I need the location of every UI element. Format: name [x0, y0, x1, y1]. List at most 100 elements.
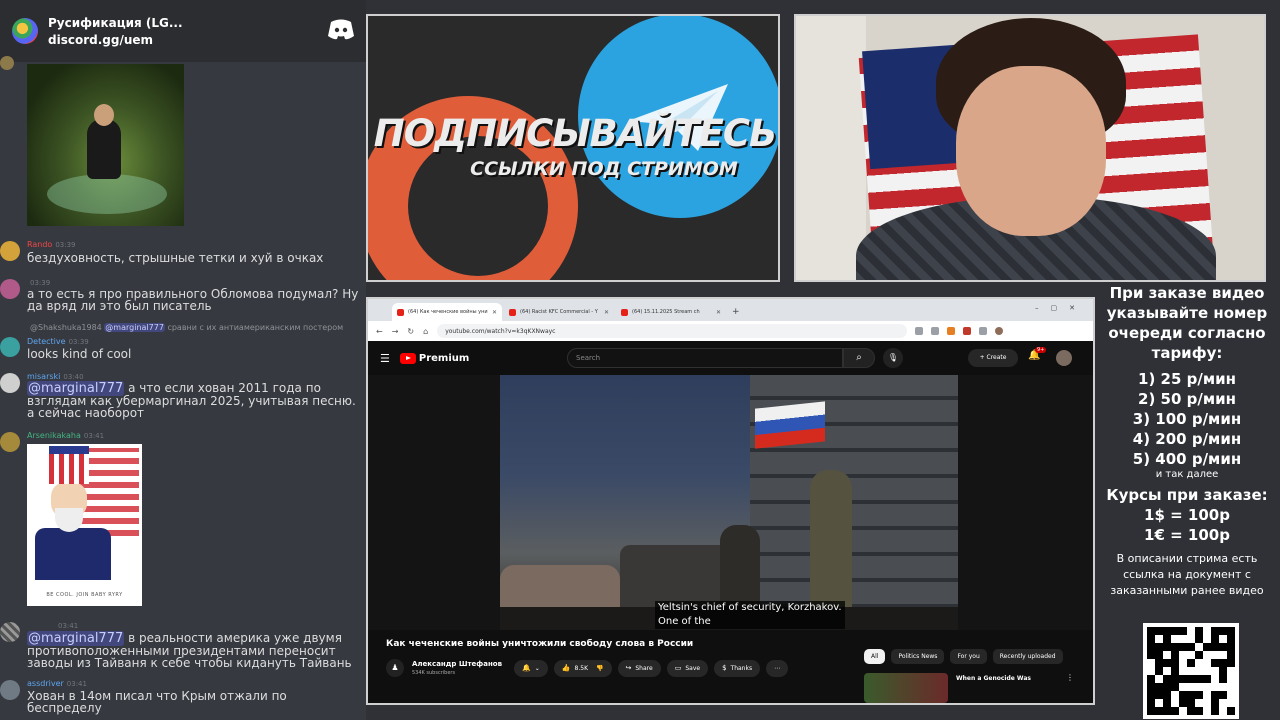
qr-module	[1179, 683, 1187, 691]
recommended-thumbnail[interactable]	[864, 673, 948, 703]
search-input[interactable]: Search	[567, 348, 843, 368]
browser-window: (64) Как чеченские войны уни ✕ (64) Racis…	[366, 297, 1095, 705]
qr-module	[1187, 659, 1195, 667]
back-icon[interactable]: ←	[376, 327, 383, 336]
qr-module	[1147, 683, 1155, 691]
extension-icon[interactable]	[915, 327, 924, 335]
qr-module	[1227, 659, 1235, 667]
avatar[interactable]	[0, 241, 20, 261]
chip-recently-uploaded[interactable]: Recently uploaded	[992, 649, 1063, 664]
qr-module	[1219, 635, 1227, 643]
profile-icon[interactable]	[995, 327, 1004, 335]
message-time: 03:39	[55, 241, 76, 249]
qr-module	[1171, 635, 1179, 643]
server-icon[interactable]	[12, 18, 38, 44]
chip-all[interactable]: All	[864, 649, 886, 664]
message-author[interactable]: Rando	[27, 240, 52, 249]
browser-tab[interactable]: (64) 15.11.2025 Stream ch ✕	[616, 303, 726, 321]
extension-icon[interactable]	[963, 327, 972, 335]
qr-module	[1187, 707, 1195, 715]
close-icon[interactable]: ✕	[492, 309, 497, 316]
qr-module	[1187, 667, 1195, 675]
thumbs-down-icon[interactable]: 👎	[596, 665, 603, 672]
message-time: 03:41	[66, 680, 87, 688]
qr-module	[1155, 667, 1163, 675]
youtube-logo[interactable]: Premium	[399, 352, 469, 364]
create-button[interactable]: + Create	[968, 349, 1018, 367]
message-author[interactable]: Detective	[27, 337, 66, 346]
qr-module	[1211, 627, 1219, 635]
more-button[interactable]: ⋯	[766, 659, 789, 677]
qr-module	[1155, 651, 1163, 659]
avatar[interactable]	[0, 432, 20, 452]
qr-module	[1171, 675, 1179, 683]
qr-module	[1147, 675, 1155, 683]
home-icon[interactable]: ⌂	[423, 327, 428, 336]
new-tab-icon[interactable]: +	[732, 303, 740, 321]
message-author[interactable]: assdriver	[27, 679, 64, 688]
message-text: looks kind of cool	[27, 347, 132, 361]
qr-module	[1203, 675, 1211, 683]
avatar[interactable]	[0, 680, 20, 700]
menu-icon[interactable]: ☰	[380, 352, 390, 365]
qr-module	[1219, 667, 1227, 675]
channel-name[interactable]: Александр Штефанов	[412, 660, 502, 668]
qr-module	[1187, 651, 1195, 659]
reload-icon[interactable]: ↻	[407, 327, 414, 336]
channel-avatar[interactable]: ♟	[386, 659, 404, 677]
message-author[interactable]: Arsenikakaha	[27, 431, 81, 440]
window-controls[interactable]: –▢✕	[1035, 304, 1087, 312]
qr-module	[1171, 643, 1179, 651]
message-text: @marginal777 а что если хован 2011 года …	[27, 381, 362, 419]
recommended-title[interactable]: When a Genocide Was	[956, 675, 1031, 682]
close-icon[interactable]: ✕	[604, 309, 609, 316]
attached-image-uncle-sam[interactable]: BE COOL. JOIN BABY RYRY	[27, 444, 142, 606]
extension-icon[interactable]	[979, 327, 988, 335]
avatar[interactable]	[0, 622, 20, 642]
subscriber-count: 534K subscribers	[412, 670, 456, 676]
avatar[interactable]	[0, 279, 20, 299]
qr-module	[1163, 635, 1171, 643]
qr-module	[1155, 635, 1163, 643]
qr-module	[1219, 683, 1227, 691]
reply-user[interactable]: @Shakshuka1984	[30, 323, 102, 332]
chip-for-you[interactable]: For you	[950, 649, 987, 664]
qr-module	[1163, 707, 1171, 715]
browser-tab[interactable]: (64) Как чеченские войны уни ✕	[392, 303, 502, 321]
qr-code[interactable]	[1143, 623, 1239, 719]
thumbs-up-icon: 👍	[561, 664, 571, 672]
browser-tab[interactable]: (64) Racist KFC Commercial - Y ✕	[504, 303, 614, 321]
share-button[interactable]: ↪ Share	[617, 659, 661, 677]
extension-icon[interactable]	[947, 327, 956, 335]
microphone-icon[interactable]: 🎙	[883, 348, 903, 368]
close-icon[interactable]: ✕	[716, 309, 721, 316]
thanks-button[interactable]: $ Thanks	[714, 659, 761, 677]
chip-politics-news[interactable]: Politics News	[891, 649, 945, 664]
message-text: @marginal777 в реальности америка уже дв…	[27, 631, 362, 669]
qr-module	[1163, 675, 1171, 683]
message-time: 03:40	[63, 373, 84, 381]
extension-icon[interactable]	[931, 327, 940, 335]
avatar[interactable]	[0, 373, 20, 393]
video-player[interactable]: Yeltsin's chief of security, Korzhakov. …	[368, 375, 1093, 630]
avatar[interactable]	[0, 56, 14, 70]
search-icon[interactable]: ⌕	[843, 348, 875, 368]
qr-module	[1211, 707, 1219, 715]
address-bar[interactable]: youtube.com/watch?v=k3qKXNwayc	[437, 324, 908, 338]
more-vert-icon[interactable]: ⋮	[1066, 673, 1074, 682]
invite-link[interactable]: discord.gg/uem	[48, 33, 183, 47]
like-button[interactable]: 👍 8.5K 👎	[553, 659, 612, 677]
subscribed-bell-button[interactable]: 🔔 ⌄	[514, 659, 548, 677]
forward-icon[interactable]: →	[392, 327, 399, 336]
avatar[interactable]	[1056, 350, 1072, 366]
qr-module	[1187, 635, 1195, 643]
qr-module	[1171, 667, 1179, 675]
message-author[interactable]: misarski	[27, 372, 60, 381]
attached-image-moss[interactable]	[27, 64, 184, 226]
reply-mention[interactable]: @marginal777	[104, 323, 165, 332]
save-button[interactable]: ▭ Save	[666, 659, 709, 677]
qr-module	[1187, 675, 1195, 683]
qr-module	[1163, 699, 1171, 707]
avatar[interactable]	[0, 337, 20, 357]
qr-module	[1187, 699, 1195, 707]
